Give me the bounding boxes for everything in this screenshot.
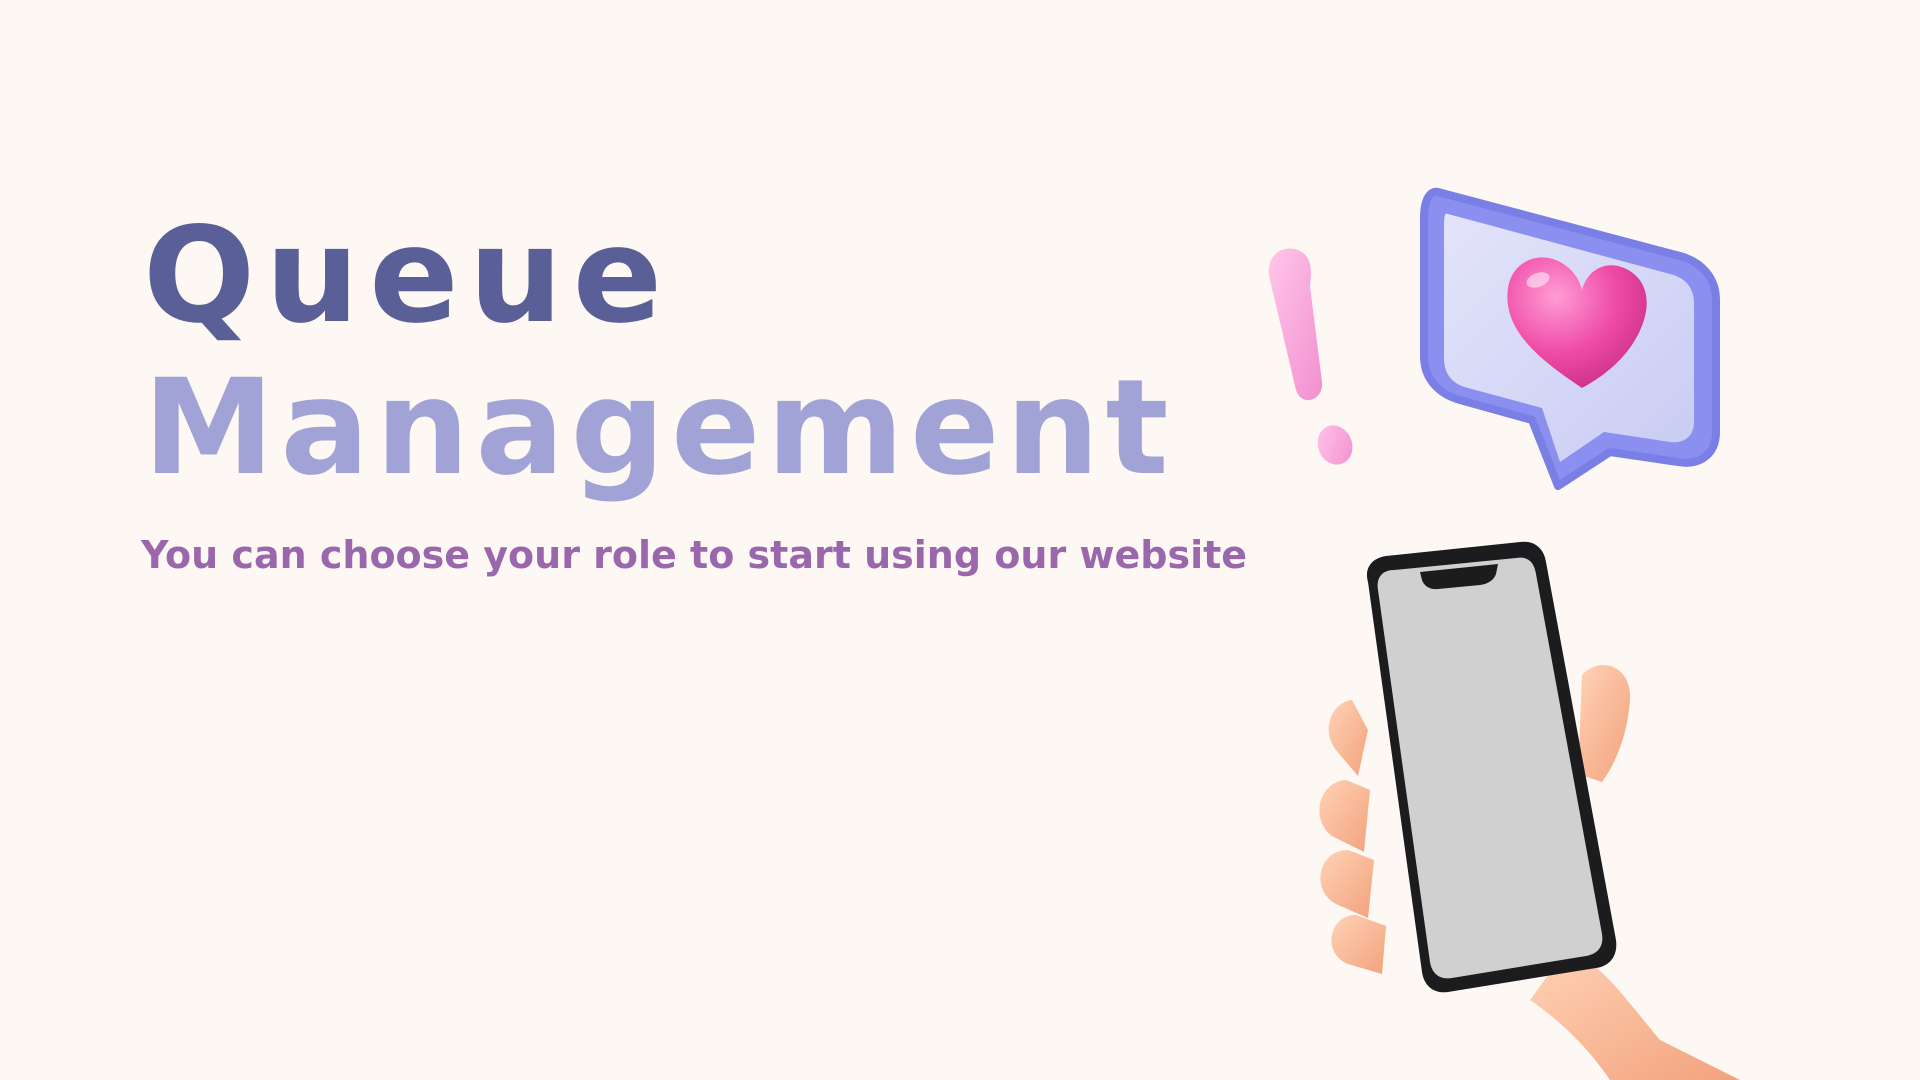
title-queue: Queue <box>143 199 673 353</box>
hand-holding-phone-icon <box>1319 541 1740 1080</box>
exclamation-icon <box>1268 248 1353 465</box>
landing-page: Queue Management You can choose your rol… <box>0 0 1920 1080</box>
page-subtitle: You can choose your role to start using … <box>141 533 1248 577</box>
title-management: Management <box>143 351 1175 505</box>
hero-illustration <box>1268 187 1740 1080</box>
